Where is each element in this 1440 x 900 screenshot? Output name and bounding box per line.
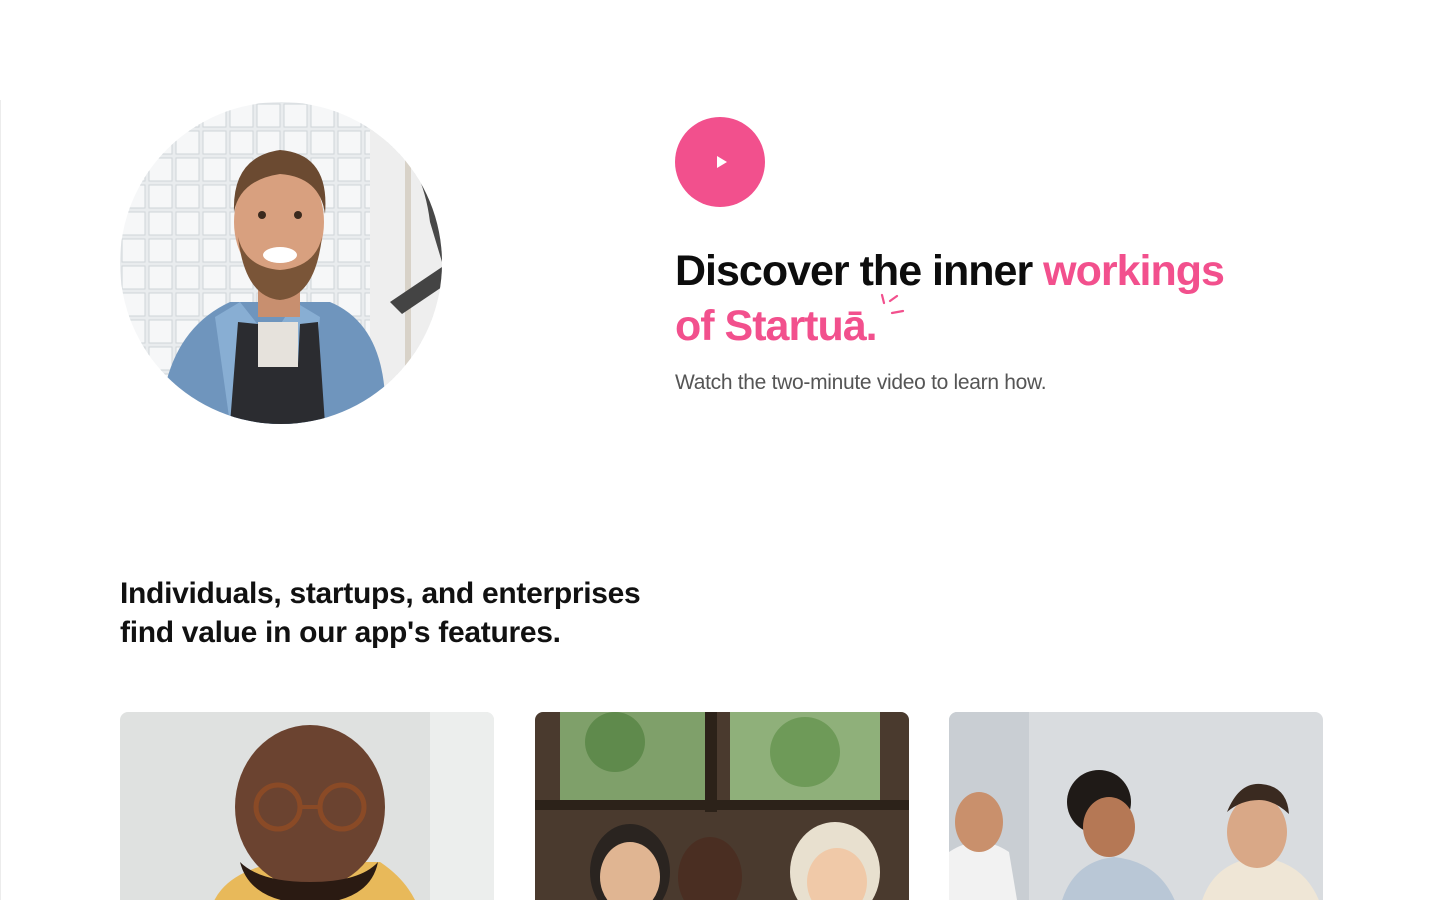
play-icon: [716, 156, 727, 168]
portrait-image: [120, 102, 442, 424]
card-image-enterprise: [949, 712, 1323, 900]
play-video-button[interactable]: [675, 117, 765, 207]
headline-text: Discover the inner: [675, 247, 1044, 295]
audience-heading: Individuals, startups, and enterprises f…: [120, 574, 720, 652]
audience-heading-line1: Individuals, startups, and enterprises: [120, 577, 641, 610]
promo-headline: Discover the inner workings of Startuā.: [675, 244, 1315, 354]
headline-accent-workings: workings: [1043, 247, 1225, 295]
audience-heading-line2: find value in our app's features.: [120, 616, 561, 649]
left-divider: [0, 100, 1, 900]
page: Discover the inner workings of Startuā. W…: [0, 0, 1440, 900]
audience-card-startups[interactable]: [535, 712, 909, 900]
card-image-individual: [120, 712, 494, 900]
headline-accent-brand: of Startuā.: [675, 302, 878, 350]
promo-subtitle: Watch the two-minute video to learn how.: [675, 371, 1047, 394]
audience-card-enterprises[interactable]: [949, 712, 1323, 900]
sparkle-icon: [880, 293, 904, 315]
hero-portrait: [120, 102, 442, 424]
card-image-startup: [535, 712, 909, 900]
audience-card-individuals[interactable]: [120, 712, 494, 900]
